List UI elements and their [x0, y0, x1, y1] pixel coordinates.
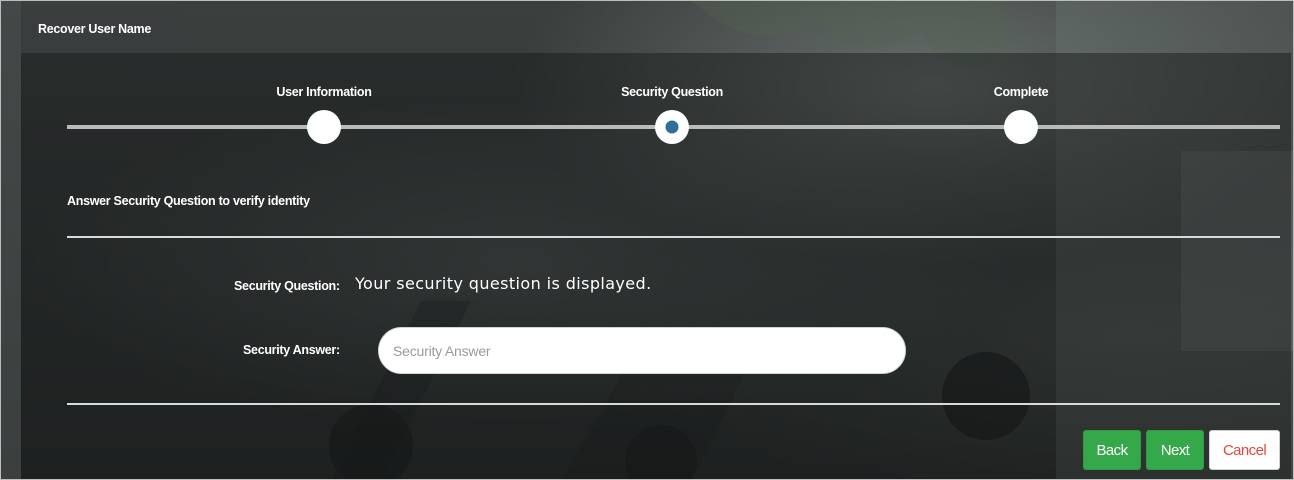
security-question-text: Your security question is displayed.	[355, 274, 652, 293]
next-button[interactable]: Next	[1146, 430, 1204, 470]
cancel-button-label: Cancel	[1222, 441, 1267, 459]
step-label-security-question: Security Question	[621, 85, 723, 99]
active-step-indicator	[665, 120, 679, 134]
recover-username-window: Recover User Name User Information Secur…	[0, 0, 1294, 480]
security-answer-input[interactable]	[378, 327, 906, 374]
back-button[interactable]: Back	[1083, 430, 1141, 470]
tab-title: Recover User Name	[38, 22, 152, 36]
step-dot-complete	[1004, 110, 1038, 144]
divider-top	[67, 236, 1280, 238]
step-label-user-information: User Information	[276, 85, 372, 99]
next-button-label: Next	[1160, 441, 1190, 459]
cancel-button[interactable]: Cancel	[1209, 430, 1280, 470]
back-button-label: Back	[1096, 441, 1129, 459]
security-question-label: Security Question:	[234, 279, 340, 293]
instruction-heading: Answer Security Question to verify ident…	[67, 194, 310, 208]
step-dot-security-question	[655, 110, 689, 144]
tab-recover-user-name[interactable]: Recover User Name	[21, 7, 183, 53]
security-answer-label: Security Answer:	[243, 343, 340, 357]
form-panel	[21, 53, 1291, 479]
step-dot-user-information	[307, 110, 341, 144]
divider-bottom	[67, 403, 1280, 405]
step-label-complete: Complete	[993, 85, 1049, 99]
